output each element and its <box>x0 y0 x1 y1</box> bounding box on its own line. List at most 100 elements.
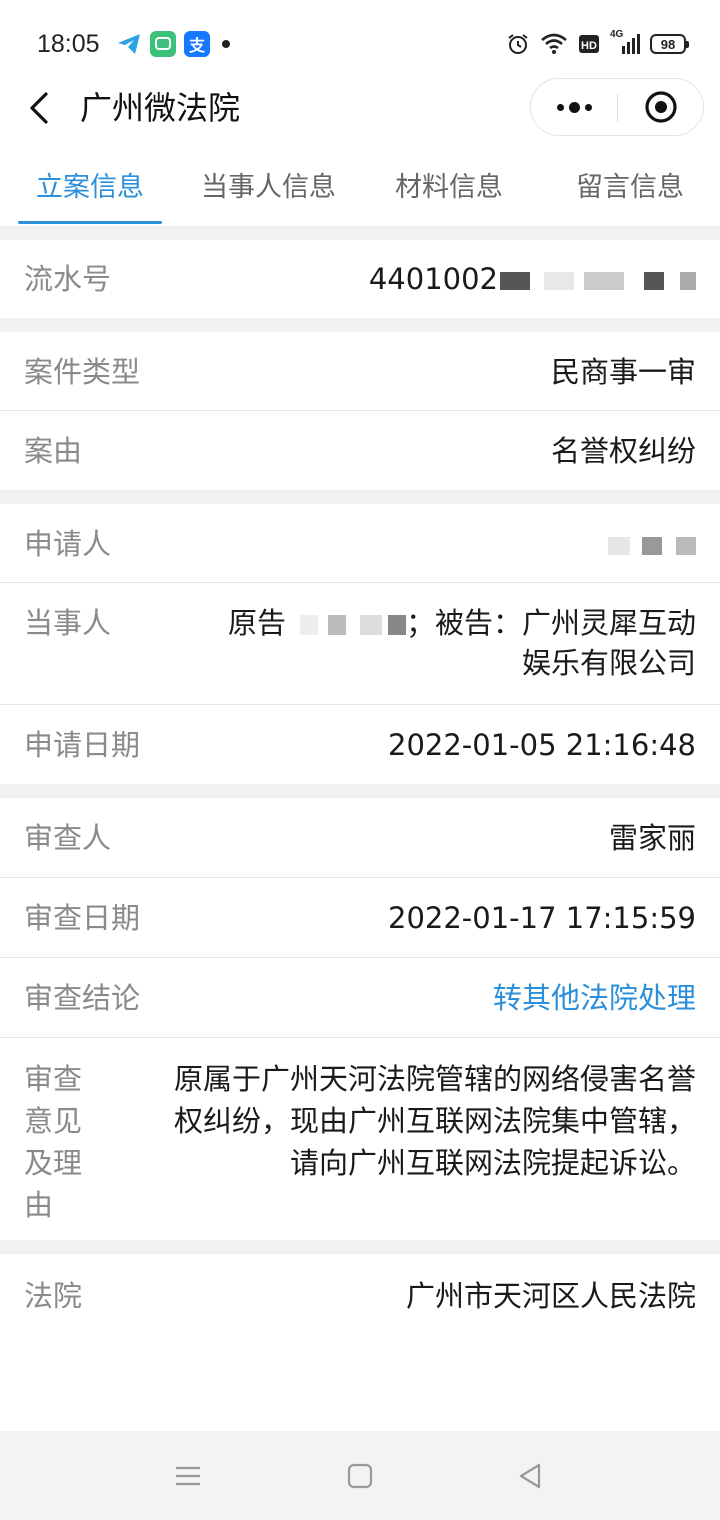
opinion-line: 权纠纷，现由广州互联网法院集中管辖， <box>173 1104 696 1138</box>
row-applicant: 申请人 <box>0 504 720 583</box>
row-review-conclusion: 审查结论 转其他法院处理 <box>0 958 720 1038</box>
notification-dot <box>222 40 230 48</box>
serial-label: 流水号 <box>24 262 112 296</box>
hd-icon: HD <box>578 31 600 57</box>
close-button[interactable] <box>618 79 704 135</box>
section-review: 审查人 雷家丽 审查日期 2022-01-17 17:15:59 审查结论 转其… <box>0 798 720 1240</box>
signal-icon: 4G <box>610 29 640 57</box>
court-value: 广州市天河区人民法院 <box>405 1279 696 1313</box>
redacted-block <box>359 615 382 635</box>
redacted-block <box>327 615 346 635</box>
redacted-block <box>544 272 574 290</box>
reviewer-value: 雷家丽 <box>608 821 696 855</box>
row-cause: 案由 名誉权纠纷 <box>0 411 720 490</box>
tab-message-info[interactable]: 留言信息 <box>576 170 684 210</box>
chat-icon <box>150 31 176 57</box>
chevron-left-icon <box>30 92 48 124</box>
menu-button[interactable] <box>168 1459 208 1493</box>
back-triangle-icon <box>519 1463 541 1489</box>
cause-value: 名誉权纠纷 <box>550 434 696 468</box>
signal-label: 4G <box>610 29 624 40</box>
review-conclusion-link[interactable]: 转其他法院处理 <box>493 978 696 1018</box>
svg-text:HD: HD <box>581 40 597 52</box>
status-time: 18:05 <box>37 30 100 58</box>
wifi-icon <box>540 31 568 57</box>
case-type-label: 案件类型 <box>24 355 141 389</box>
serial-prefix: 4401002 <box>368 262 498 296</box>
review-opinion-value: 原属于广州天河法院管辖的网络侵害名誉 权纠纷，现由广州互联网法院集中管辖， 请向… <box>106 1058 696 1184</box>
case-type-value: 民商事一审 <box>550 355 696 389</box>
redacted-block <box>676 537 696 555</box>
navigation-header: 广州微法院 <box>0 78 720 158</box>
redacted-block <box>644 272 664 290</box>
review-date-label: 审查日期 <box>24 901 141 935</box>
more-dots-icon <box>556 103 564 111</box>
miniprogram-capsule <box>530 78 704 136</box>
redacted-block <box>608 537 630 555</box>
section-applicant: 申请人 当事人 原告 ；被告：广州灵犀互动 娱乐有限公司 申请日期 2022-01… <box>0 504 720 784</box>
tab-material-info[interactable]: 材料信息 <box>395 170 503 210</box>
redacted-block <box>500 272 530 290</box>
section-case-type: 案件类型 民商事一审 案由 名誉权纠纷 <box>0 332 720 490</box>
tab-party-info[interactable]: 当事人信息 <box>201 170 336 210</box>
apply-date-value: 2022-01-05 21:16:48 <box>388 728 696 762</box>
status-bar: 18:05 支 HD 4G 98 <box>0 0 720 88</box>
system-navigation-bar <box>0 1431 720 1520</box>
opinion-label-line: 及理 <box>24 1146 83 1180</box>
home-button[interactable] <box>340 1459 380 1493</box>
tab-filing-info[interactable]: 立案信息 <box>36 170 144 210</box>
row-serial: 流水号 4401002 <box>0 240 720 318</box>
applicant-value <box>608 524 696 564</box>
active-tab-indicator <box>18 221 162 224</box>
telegram-icon <box>116 31 142 57</box>
parties-value: 原告 ；被告：广州灵犀互动 娱乐有限公司 <box>176 603 696 683</box>
court-label: 法院 <box>24 1279 83 1313</box>
apply-date-label: 申请日期 <box>24 728 141 762</box>
row-case-type: 案件类型 民商事一审 <box>0 332 720 411</box>
status-app-icons: 支 <box>116 31 230 57</box>
alarm-icon <box>506 31 530 57</box>
battery-indicator: 98 <box>650 34 689 54</box>
more-button[interactable] <box>531 79 617 135</box>
applicant-label: 申请人 <box>24 527 112 561</box>
content-area: 流水号 4401002 案件类型 民商事一审 案由 名誉权纠纷 申请人 当事人 <box>0 226 720 1431</box>
redacted-block <box>680 272 696 290</box>
opinion-label-line: 意见 <box>24 1104 83 1138</box>
section-court: 法院 广州市天河区人民法院 <box>0 1254 720 1431</box>
opinion-line: 原属于广州天河法院管辖的网络侵害名誉 <box>173 1062 696 1096</box>
home-square-icon <box>347 1463 373 1489</box>
tab-bar: 立案信息 当事人信息 材料信息 留言信息 <box>0 158 720 226</box>
row-parties: 当事人 原告 ；被告：广州灵犀互动 娱乐有限公司 <box>0 583 720 705</box>
menu-icon <box>176 1466 200 1486</box>
review-conclusion-label: 审查结论 <box>24 981 141 1015</box>
plaintiff-label: 原告 <box>227 606 286 640</box>
review-date-value: 2022-01-17 17:15:59 <box>388 901 696 935</box>
target-close-icon <box>645 91 677 123</box>
reviewer-label: 审查人 <box>24 821 112 855</box>
alipay-icon: 支 <box>184 31 210 57</box>
row-review-opinion: 审查 意见 及理 由 原属于广州天河法院管辖的网络侵害名誉 权纠纷，现由广州互联… <box>0 1038 720 1240</box>
cause-label: 案由 <box>24 434 83 468</box>
redacted-block <box>584 272 624 290</box>
back-nav-button[interactable] <box>510 1459 550 1493</box>
redacted-block <box>387 615 406 635</box>
row-review-date: 审查日期 2022-01-17 17:15:59 <box>0 878 720 958</box>
page-title: 广州微法院 <box>80 89 241 127</box>
parties-line-1: 原告 ；被告：广州灵犀互动 <box>176 603 696 643</box>
opinion-line: 请向广州互联网法院提起诉讼。 <box>289 1146 696 1180</box>
row-reviewer: 审查人 雷家丽 <box>0 798 720 878</box>
section-serial: 流水号 4401002 <box>0 240 720 318</box>
serial-value: 4401002 <box>369 259 696 299</box>
parties-line-2: 娱乐有限公司 <box>521 646 696 680</box>
row-court: 法院 广州市天河区人民法院 <box>0 1254 720 1334</box>
parties-label: 当事人 <box>24 606 112 640</box>
row-apply-date: 申请日期 2022-01-05 21:16:48 <box>0 705 720 784</box>
back-button[interactable] <box>22 88 62 128</box>
redacted-block <box>299 615 318 635</box>
opinion-label-line: 由 <box>24 1188 54 1222</box>
defendant-text: ；被告：广州灵犀互动 <box>405 606 696 640</box>
opinion-label-line: 审查 <box>24 1062 83 1096</box>
redacted-block <box>642 537 662 555</box>
review-opinion-label: 审查 意见 及理 由 <box>24 1058 82 1226</box>
status-system-icons: HD 4G 98 <box>506 29 689 57</box>
